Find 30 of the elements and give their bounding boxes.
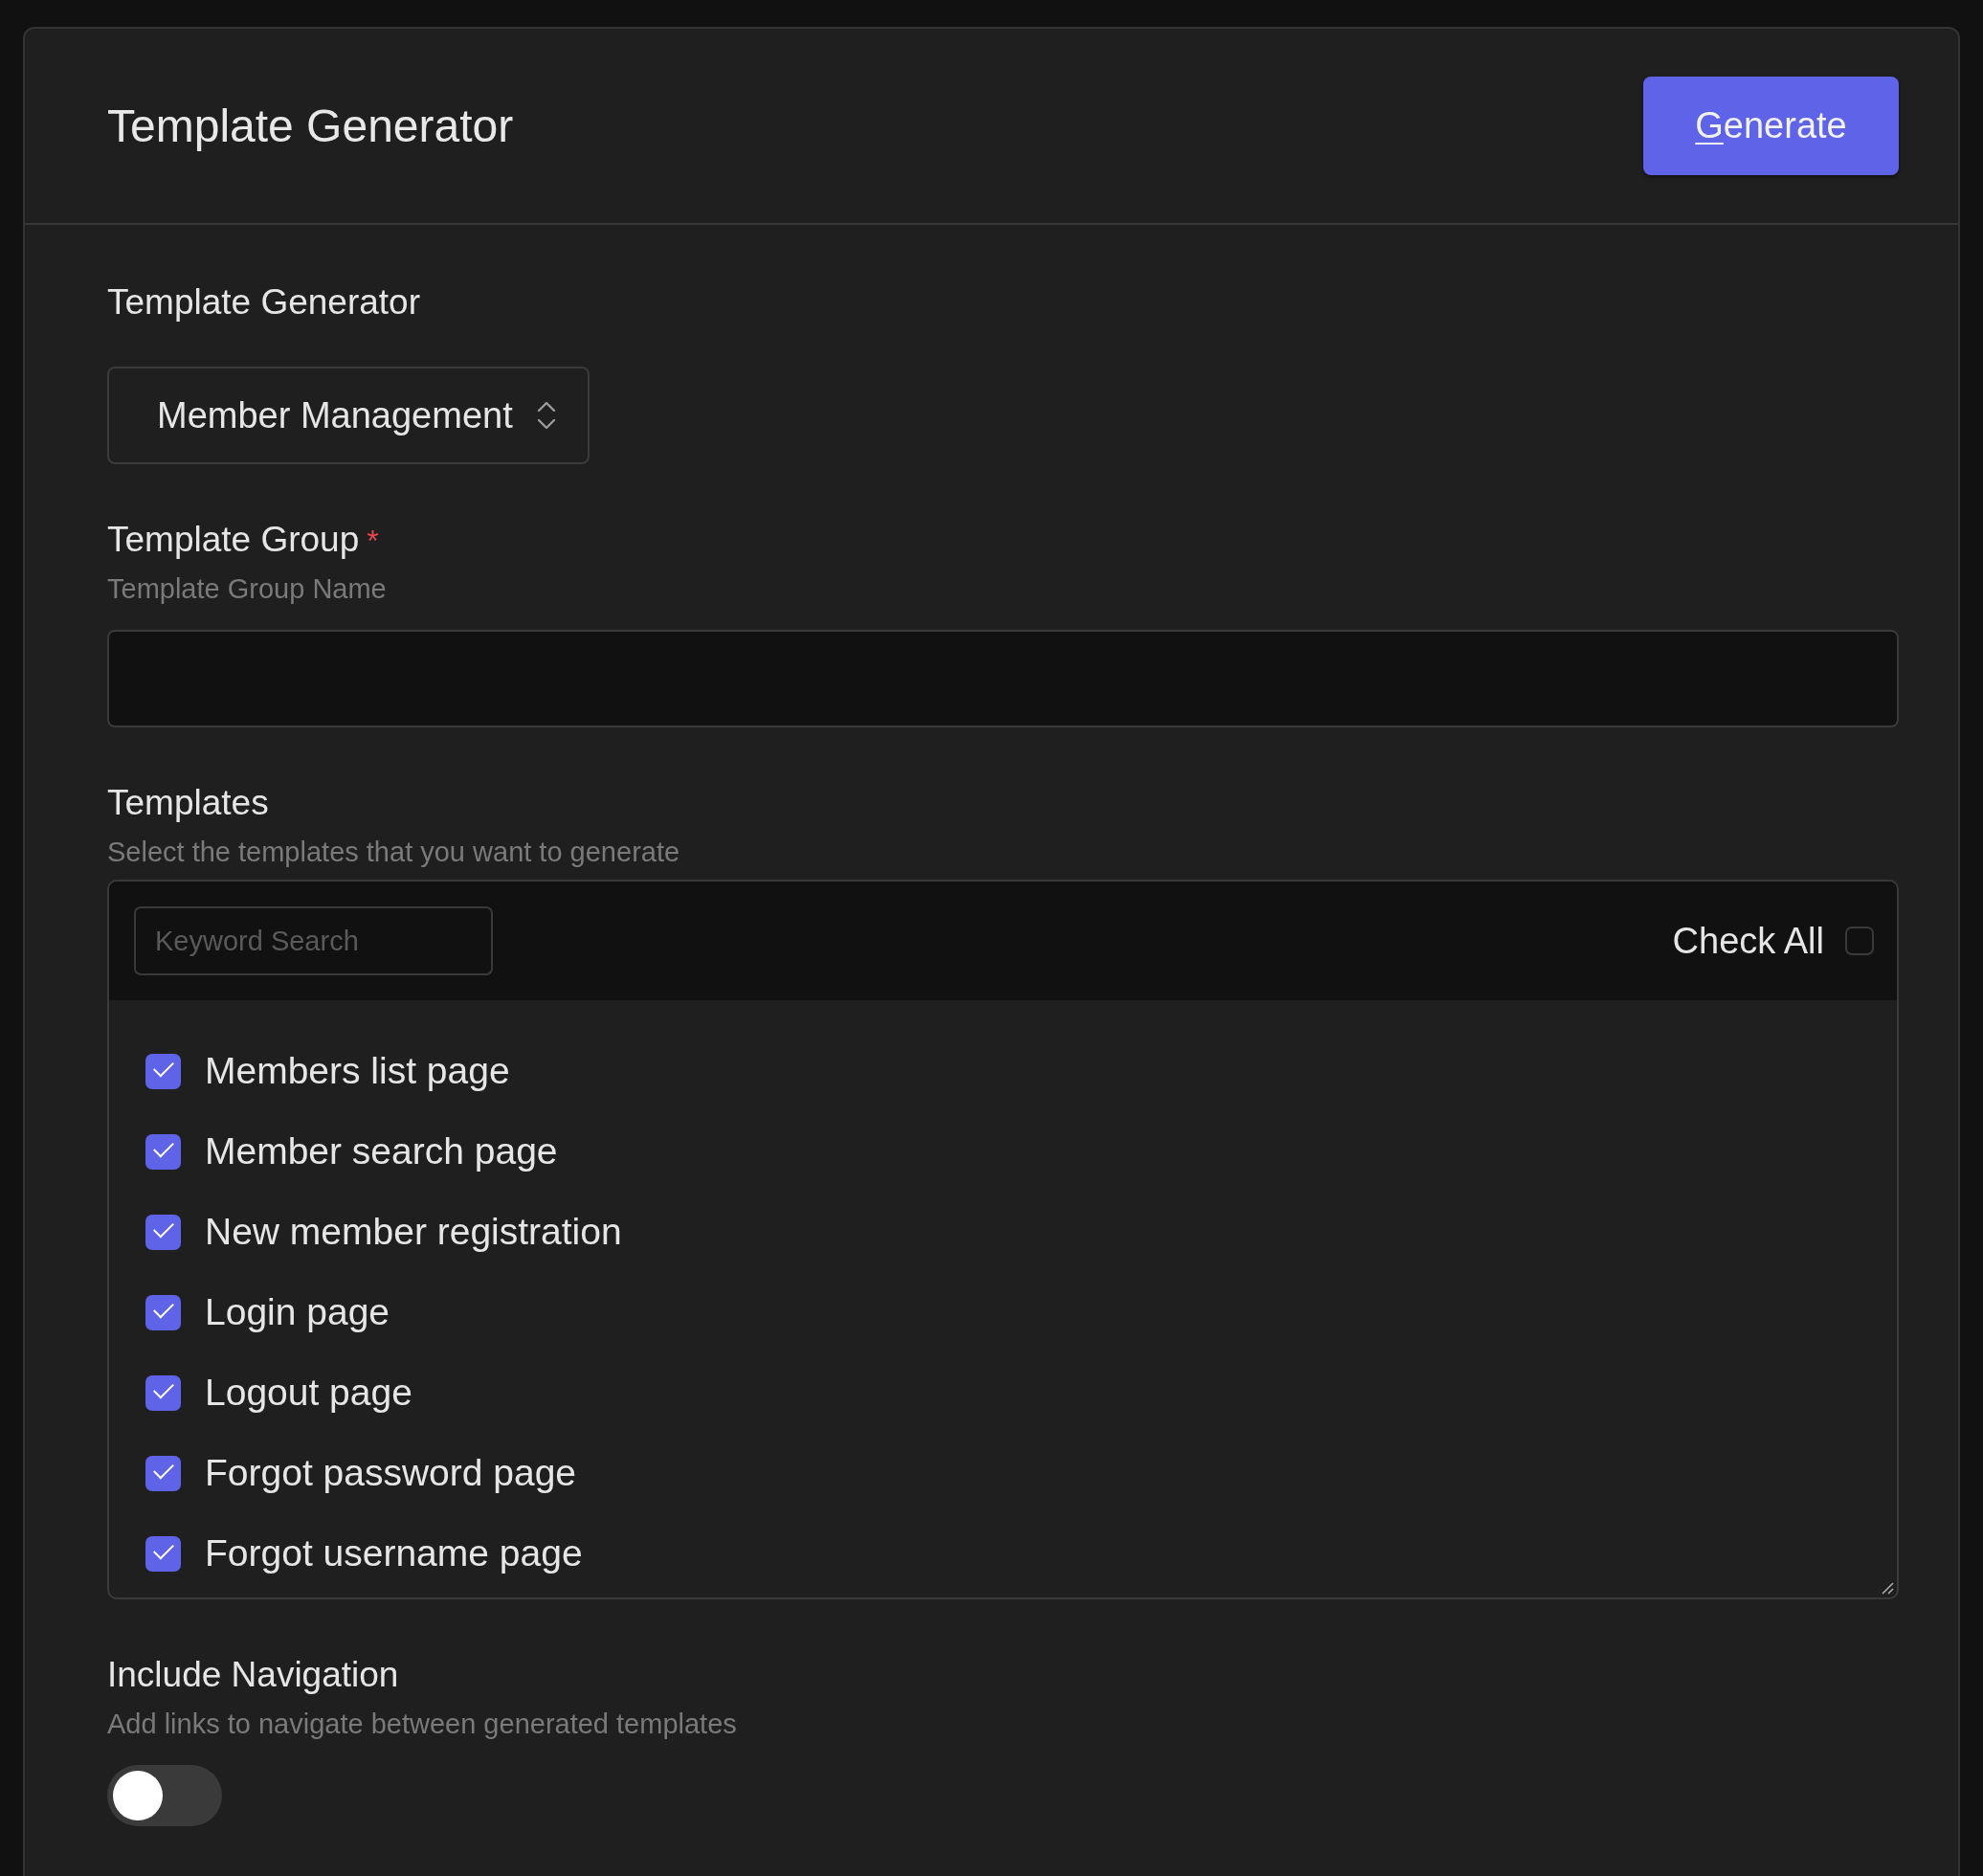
field-hint: Select the templates that you want to generate: [107, 837, 681, 868]
check-all-label[interactable]: Check All: [1672, 920, 1824, 962]
input-field[interactable]: [107, 630, 1899, 727]
field-label: Template Group: [107, 520, 360, 560]
generator-select[interactable]: Member Management: [107, 367, 590, 464]
template-label[interactable]: Member search page: [205, 1130, 558, 1172]
field-label: Template Generator: [107, 282, 421, 323]
checkbox[interactable]: [145, 1535, 181, 1572]
checkbox[interactable]: [145, 1053, 181, 1089]
required-mark: *: [367, 524, 379, 559]
page-title: Template Generator: [107, 100, 514, 152]
template-label[interactable]: Forgot username page: [205, 1532, 583, 1574]
search-field[interactable]: Keyword Search: [134, 906, 493, 975]
checkbox[interactable]: [145, 1374, 181, 1411]
generate-button[interactable]: Generate: [1643, 77, 1899, 175]
template-label[interactable]: Members list page: [205, 1050, 510, 1092]
checkbox[interactable]: [145, 1214, 181, 1250]
field-hint: Template Group Name: [107, 573, 388, 605]
resize-grip-icon[interactable]: [1880, 1580, 1895, 1596]
template-label[interactable]: New member registration: [205, 1211, 622, 1253]
template-label[interactable]: Logout page: [205, 1372, 412, 1414]
template-label[interactable]: Forgot password page: [205, 1452, 577, 1494]
checkbox[interactable]: [145, 1294, 181, 1330]
field-hint: Add links to navigate between generated templates: [107, 1708, 738, 1740]
checkbox[interactable]: [1845, 927, 1874, 955]
checkbox[interactable]: [145, 1133, 181, 1170]
checkbox[interactable]: [145, 1455, 181, 1491]
field-label: Include Navigation: [107, 1655, 400, 1695]
template-label[interactable]: Login page: [205, 1291, 390, 1333]
field-label: Templates: [107, 783, 270, 823]
